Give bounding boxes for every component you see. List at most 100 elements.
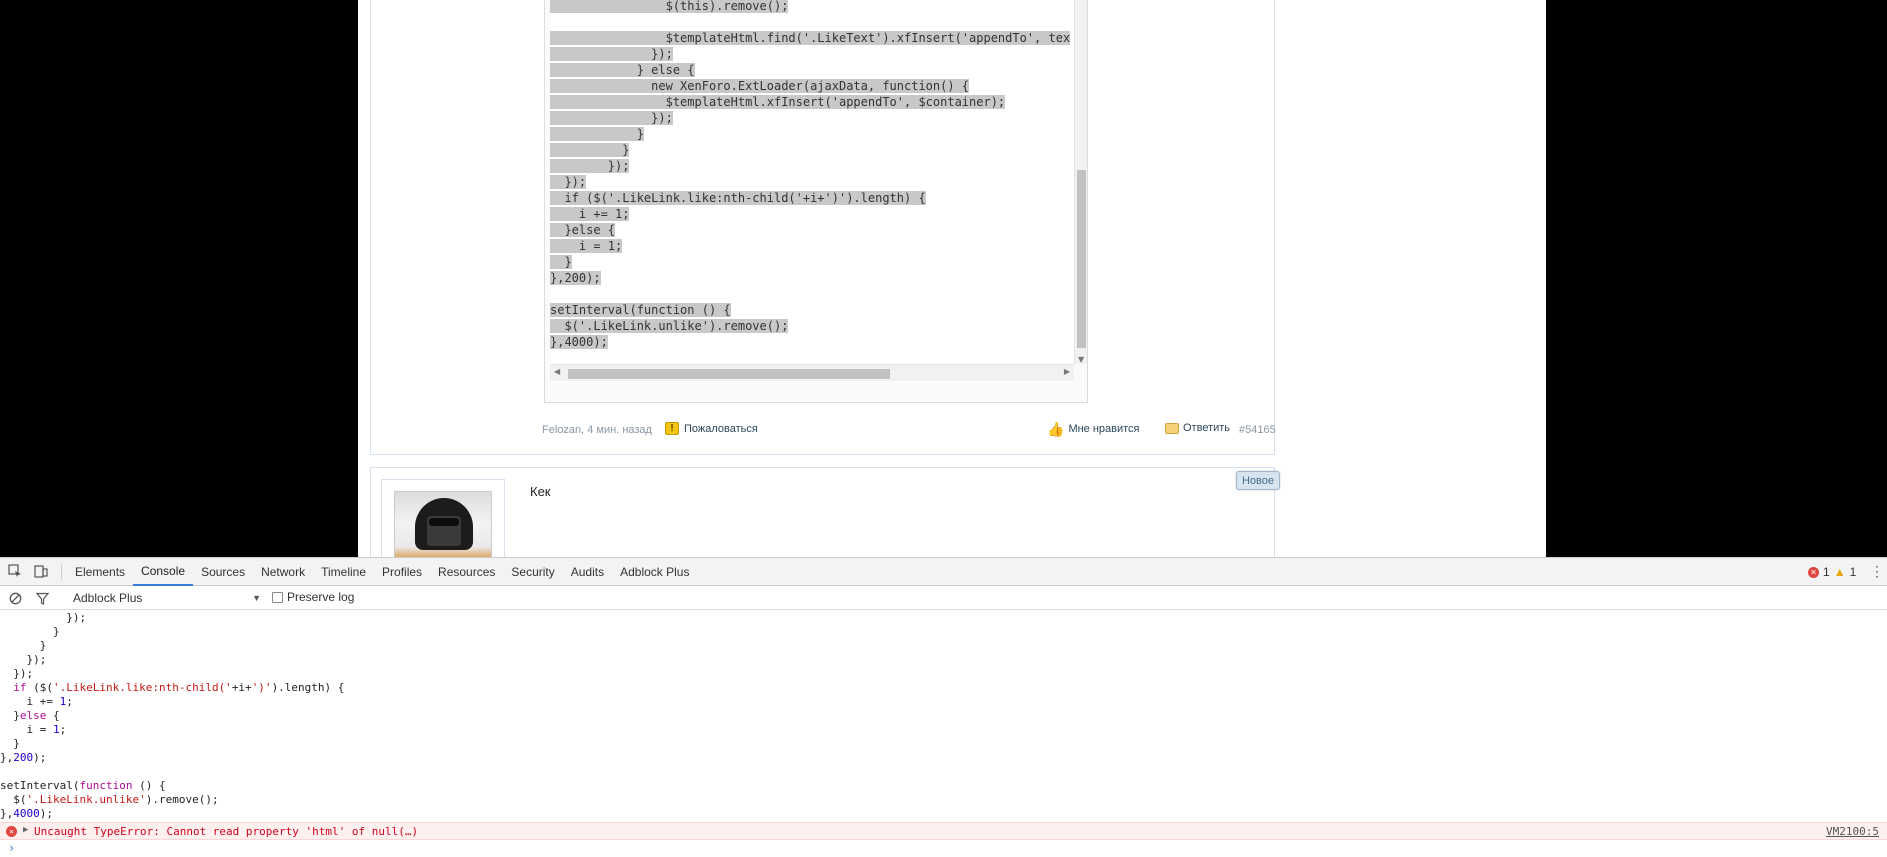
expand-triangle-icon[interactable]: ▶ — [23, 825, 28, 835]
code-line: } — [550, 254, 1074, 270]
console-code-line: } — [0, 639, 47, 652]
code-line: } — [550, 126, 1074, 142]
selected-code-text: }); — [550, 159, 630, 173]
console-code-line: }); — [0, 653, 47, 666]
tab-timeline[interactable]: Timeline — [313, 558, 374, 586]
inspect-element-icon[interactable] — [7, 563, 23, 579]
like-label: Мне нравится — [1068, 423, 1140, 435]
filter-icon[interactable] — [34, 590, 50, 606]
code-line: },4000); — [550, 334, 1074, 350]
tab-security[interactable]: Security — [503, 558, 562, 586]
avatar-eyes-shape — [429, 518, 459, 526]
issue-counter[interactable]: ✕ 1 ▲ 1 — [1808, 565, 1856, 579]
selected-code-text: $templateHtml.find('.LikeText').xfInsert… — [550, 31, 1071, 45]
code-horizontal-scrollbar[interactable]: ◀ ▶ — [550, 364, 1074, 381]
error-icon: ✕ — [6, 826, 17, 837]
tab-console[interactable]: Console — [133, 558, 194, 586]
console-code-line: i = 1; — [0, 723, 67, 736]
console-output[interactable]: }); } } }); }); if ($('.LikeLink.like:nt… — [0, 610, 1887, 857]
console-error-message[interactable]: ✕ ▶ Uncaught TypeError: Cannot read prop… — [0, 822, 1887, 840]
scroll-down-arrow-icon[interactable]: ▼ — [1078, 355, 1084, 364]
code-line: $('.LikeLink.unlike').remove(); — [550, 318, 1074, 334]
code-line: i += 1; — [550, 206, 1074, 222]
code-vertical-scrollbar[interactable]: ▼ — [1074, 0, 1087, 364]
error-count: 1 — [1823, 565, 1830, 579]
code-line: } else { — [550, 62, 1074, 78]
selected-code-text: } — [550, 143, 630, 157]
tab-resources[interactable]: Resources — [430, 558, 503, 586]
selected-code-text: } — [550, 255, 572, 269]
tab-sources[interactable]: Sources — [193, 558, 253, 586]
post-meta-bar: Felozan, 4 мин. назад ! Пожаловаться 👍 М… — [542, 421, 1276, 441]
selected-code-text: } — [550, 127, 644, 141]
forum-post: Кек — [370, 467, 1275, 557]
console-prompt[interactable]: › — [8, 841, 15, 855]
devtools-tab-bar: Elements Console Sources Network Timeline Pro… — [0, 558, 1887, 586]
selected-code-text: $(this).remove(); — [550, 0, 789, 13]
console-code-line: if ($('.LikeLink.like:nth-child('+i+')')… — [13, 681, 345, 694]
checkbox-box[interactable] — [272, 591, 283, 603]
new-post-badge: Новое — [1236, 471, 1280, 490]
selected-code-text: }); — [550, 175, 587, 189]
code-line: $templateHtml.find('.LikeText').xfInsert… — [550, 30, 1074, 46]
code-line: } — [550, 142, 1074, 158]
context-select-value: Adblock Plus — [73, 591, 143, 605]
tab-adblock-plus[interactable]: Adblock Plus — [612, 558, 697, 586]
selected-code-text: i += 1; — [550, 207, 630, 221]
tab-audits[interactable]: Audits — [563, 558, 612, 586]
chevron-down-icon: ▼ — [252, 593, 261, 603]
author-date-link[interactable]: Felozan, 4 мин. назад — [542, 424, 652, 436]
scroll-left-arrow-icon[interactable]: ◀ — [554, 367, 560, 376]
code-content[interactable]: $(this).remove(); $templateHtml.find('.L… — [550, 0, 1074, 382]
scroll-right-arrow-icon[interactable]: ▶ — [1064, 367, 1070, 376]
selected-code-text: i = 1; — [550, 239, 623, 253]
tab-network[interactable]: Network — [253, 558, 313, 586]
code-line: setInterval(function () { — [550, 302, 1074, 318]
selected-code-text: }); — [550, 47, 673, 61]
device-mode-icon[interactable] — [33, 563, 49, 579]
vertical-scroll-thumb[interactable] — [1077, 170, 1086, 348]
code-line: $(this).remove(); — [550, 0, 1074, 14]
clear-console-icon[interactable] — [7, 590, 23, 606]
preserve-log-checkbox[interactable]: Preserve log — [272, 590, 354, 604]
selected-code-text: setInterval(function () { — [550, 303, 731, 317]
console-filter-bar: Adblock Plus ▼ Preserve log — [0, 586, 1887, 610]
avatar[interactable] — [394, 491, 492, 557]
reply-button[interactable]: Ответить — [1165, 422, 1230, 434]
post-message-text: Кек — [530, 484, 551, 499]
code-line: }); — [550, 110, 1074, 126]
code-line: }); — [550, 158, 1074, 174]
code-line: }else { — [550, 222, 1074, 238]
forum-page: $(this).remove(); $templateHtml.find('.L… — [358, 0, 1546, 557]
console-code-line: }else { — [0, 709, 60, 722]
horizontal-scroll-thumb[interactable] — [568, 369, 890, 379]
selected-code-text: $templateHtml.xfInsert('appendTo', $cont… — [550, 95, 1006, 109]
console-code-line: },4000); — [0, 807, 53, 820]
selected-code-text: }); — [550, 111, 673, 125]
toolbar-divider — [61, 564, 62, 580]
tab-profiles[interactable]: Profiles — [374, 558, 430, 586]
selected-code-text: },4000); — [550, 335, 608, 349]
like-button[interactable]: 👍 Мне нравится — [1047, 422, 1140, 436]
code-line: },200); — [550, 270, 1074, 286]
code-line: $templateHtml.xfInsert('appendTo', $cont… — [550, 94, 1074, 110]
thumbs-up-icon: 👍 — [1047, 421, 1065, 437]
report-button[interactable]: ! Пожаловаться — [665, 422, 758, 435]
code-line: }); — [550, 46, 1074, 62]
warning-count: 1 — [1849, 565, 1857, 579]
selected-code-text: $('.LikeLink.unlike').remove(); — [550, 319, 789, 333]
error-source-link[interactable]: VM2100:5 — [1826, 825, 1879, 838]
post-number-link[interactable]: #54165 — [1239, 424, 1276, 436]
speech-bubble-icon — [1165, 422, 1179, 434]
warning-icon: ▲ — [1833, 565, 1846, 579]
console-code-line: } — [0, 625, 60, 638]
selected-code-text: if ($('.LikeLink.like:nth-child('+i+')')… — [550, 191, 926, 205]
error-text: Uncaught TypeError: Cannot read property… — [34, 825, 419, 838]
execution-context-select[interactable]: Adblock Plus ▼ — [73, 590, 261, 606]
tab-elements[interactable]: Elements — [67, 558, 133, 586]
selected-code-text: },200); — [550, 271, 601, 285]
more-options-icon[interactable]: ⋮ — [1870, 563, 1884, 580]
browser-viewport: $(this).remove(); $templateHtml.find('.L… — [0, 0, 1887, 557]
preserve-log-label: Preserve log — [287, 590, 355, 604]
